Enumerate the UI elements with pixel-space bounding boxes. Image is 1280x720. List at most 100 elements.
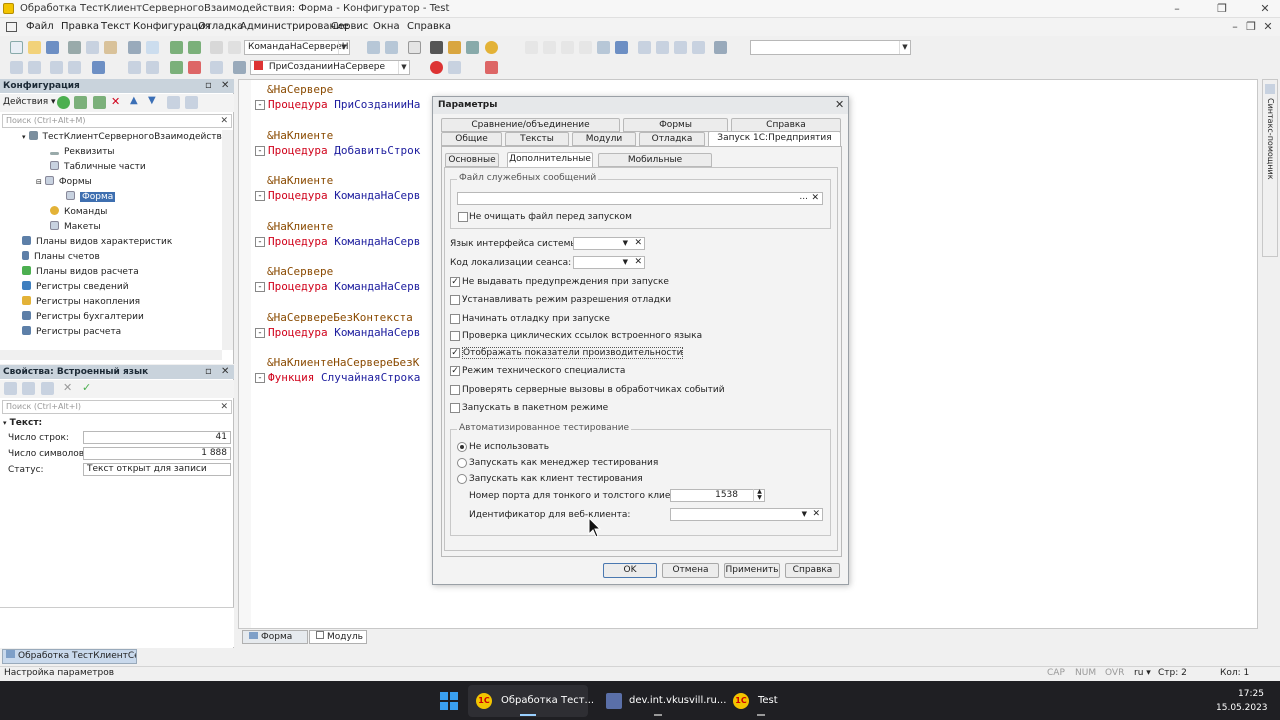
search-icon[interactable] xyxy=(228,41,241,54)
tree-item-form[interactable]: Форма xyxy=(66,190,116,205)
config-search-input[interactable]: Поиск (Ctrl+Alt+M) ✕ xyxy=(2,114,232,128)
syntax-helper-tab[interactable]: Синтакс-помощник xyxy=(1262,79,1278,257)
chevron-down-icon[interactable]: ▼ xyxy=(398,61,409,74)
option-checkbox[interactable] xyxy=(450,331,460,341)
pin-icon[interactable]: ▫ xyxy=(205,80,212,92)
cut-icon[interactable] xyxy=(68,41,81,54)
open-icon[interactable] xyxy=(28,41,41,54)
chevron-down-icon[interactable]: ▼ xyxy=(623,257,628,268)
new-icon[interactable] xyxy=(10,41,23,54)
filter-icon[interactable] xyxy=(185,96,198,109)
save-icon[interactable] xyxy=(46,41,59,54)
info-icon[interactable] xyxy=(485,41,498,54)
tab-modules[interactable]: Модули xyxy=(572,132,636,146)
fold-toggle-icon[interactable]: - xyxy=(255,145,265,156)
fold-toggle-icon[interactable]: - xyxy=(255,100,265,110)
tree-item-account-registers[interactable]: Регистры бухгалтерии xyxy=(22,310,144,325)
continue-icon[interactable] xyxy=(615,41,628,54)
tree-item-attributes[interactable]: Реквизиты xyxy=(50,145,115,160)
layout3-icon[interactable] xyxy=(674,41,687,54)
copy-icon[interactable] xyxy=(86,41,99,54)
fold-toggle-icon[interactable]: - xyxy=(255,191,265,201)
clock-icon[interactable] xyxy=(714,41,727,54)
step-into-icon[interactable] xyxy=(543,41,556,54)
tree-item-accounts[interactable]: Планы счетов xyxy=(22,250,100,265)
step-over-icon[interactable] xyxy=(561,41,574,54)
delete-icon[interactable]: ✕ xyxy=(111,95,120,108)
settings-icon[interactable] xyxy=(466,41,479,54)
procedure-combo[interactable]: ПриСозданииНаСервере ▼ xyxy=(250,60,410,75)
taskbar-item-test[interactable]: 1С Test xyxy=(725,685,795,717)
webid-select[interactable]: ▼ ✕ xyxy=(670,508,823,521)
chevron-down-icon[interactable]: ▼ xyxy=(338,41,349,54)
mdi-close-icon[interactable]: ✕ xyxy=(1261,20,1275,34)
option-checkbox[interactable]: ✓ xyxy=(450,348,460,358)
compare-icon[interactable] xyxy=(128,61,141,74)
menu-service[interactable]: Сервис xyxy=(331,21,368,32)
maximize-icon[interactable]: ❐ xyxy=(1215,2,1229,16)
dialog-close-icon[interactable]: ✕ xyxy=(835,98,844,111)
tree-item-calc-registers[interactable]: Регистры расчета xyxy=(22,325,121,340)
layout4-icon[interactable] xyxy=(692,41,705,54)
taskbar-item-processing[interactable]: 1С Обработка Тест... xyxy=(468,685,594,717)
help-button[interactable]: Справка xyxy=(785,563,840,578)
run-to-icon[interactable] xyxy=(597,41,610,54)
add-icon[interactable] xyxy=(57,96,70,109)
window-tab-processing[interactable]: Обработка ТестКлиентСерв... xyxy=(2,649,137,664)
locale-select[interactable]: ▼ ✕ xyxy=(573,256,645,269)
debug-icon[interactable] xyxy=(448,41,461,54)
ok-button[interactable]: OK xyxy=(603,563,657,578)
tree-item-forms[interactable]: ⊟ Формы xyxy=(36,175,92,190)
sort-alpha-icon[interactable] xyxy=(4,382,17,395)
lang-indicator[interactable]: ru ▾ xyxy=(1134,668,1151,678)
test-mode-radio[interactable] xyxy=(457,442,467,452)
option-checkbox[interactable]: ✓ xyxy=(450,277,460,287)
tab-general[interactable]: Общие xyxy=(441,132,502,146)
clear-icon[interactable]: ✕ xyxy=(811,193,819,204)
taskbar-item-browser[interactable]: dev.int.vkusvill.ru... xyxy=(598,685,726,717)
find-next-icon[interactable] xyxy=(367,41,380,54)
test-mode-radio[interactable] xyxy=(457,474,467,484)
menu-windows[interactable]: Окна xyxy=(373,21,400,32)
paste-icon[interactable] xyxy=(104,41,117,54)
move-down-icon[interactable]: ▼ xyxy=(148,95,156,106)
option-checkbox[interactable]: ✓ xyxy=(450,366,460,376)
tree-item-processing[interactable]: ▾ ТестКлиентСерверногоВзаимодействия xyxy=(22,130,222,145)
tree-item-commands[interactable]: Команды xyxy=(50,205,107,220)
tools-icon[interactable] xyxy=(430,41,443,54)
module-icon[interactable] xyxy=(50,61,63,74)
menu-debug[interactable]: Отладка xyxy=(198,21,243,32)
layout-icon[interactable] xyxy=(638,41,651,54)
menu-edit[interactable]: Правка xyxy=(61,21,99,32)
port-input[interactable]: 1538 xyxy=(670,489,765,502)
clear-icon[interactable]: ✕ xyxy=(220,115,228,127)
list-icon[interactable] xyxy=(28,61,41,74)
tree-item-calc-types[interactable]: Планы видов расчета xyxy=(22,265,139,280)
menu-help[interactable]: Справка xyxy=(407,21,451,32)
test-mode-radio[interactable] xyxy=(457,458,467,468)
apply-button[interactable]: Применить xyxy=(724,563,780,578)
check-icon[interactable]: ✓ xyxy=(82,381,91,394)
move-up-icon[interactable]: ▲ xyxy=(130,95,138,106)
method-combo[interactable]: КомандаНаСервереНа ▼ xyxy=(244,40,350,55)
tree-item-accum-registers[interactable]: Регистры накопления xyxy=(22,295,140,310)
clear-icon[interactable]: ✕ xyxy=(634,238,642,249)
editor-tab-module[interactable]: Модуль xyxy=(309,630,367,644)
toolbar-search-combo[interactable]: ▼ xyxy=(750,40,911,55)
tab-compare[interactable]: Сравнение/объединение xyxy=(441,118,620,132)
main-menu-icon[interactable] xyxy=(6,22,17,32)
properties-search-input[interactable]: Поиск (Ctrl+Alt+I) ✕ xyxy=(2,400,232,414)
redo-icon[interactable] xyxy=(188,41,201,54)
tree-item-tables[interactable]: Табличные части xyxy=(50,160,146,175)
print-icon[interactable] xyxy=(128,41,141,54)
vertical-scrollbar[interactable] xyxy=(222,130,233,350)
tree-item-char-types[interactable]: Планы видов характеристик xyxy=(22,235,172,250)
minimize-icon[interactable]: – xyxy=(1170,2,1184,16)
format-icon[interactable] xyxy=(210,61,223,74)
subtab-mobile[interactable]: Мобильные приложения xyxy=(598,153,712,177)
subtab-main[interactable]: Основные xyxy=(445,153,499,167)
tree-item-info-registers[interactable]: Регистры сведений xyxy=(22,280,129,295)
file-path-input[interactable]: ... ✕ xyxy=(457,192,823,205)
fold-toggle-icon[interactable]: - xyxy=(255,282,265,292)
layout2-icon[interactable] xyxy=(656,41,669,54)
